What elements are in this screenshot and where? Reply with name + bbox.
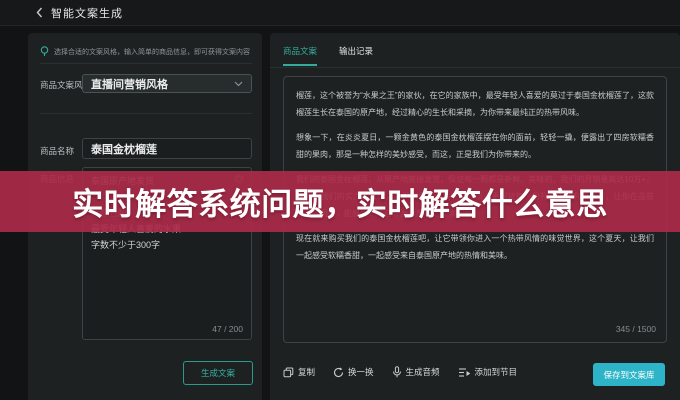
- product-name-input[interactable]: 泰国金枕榴莲: [82, 138, 252, 159]
- divider: [270, 67, 680, 68]
- info-line: 最受年轻人喜爱的水果: [91, 221, 243, 237]
- generate-audio-button[interactable]: 生成音频: [392, 366, 440, 378]
- copy-paragraph: 榴莲，这个被誉为“水果之王”的家伙，在它的家族中，最受年轻人喜爱的莫过于泰国金枕…: [296, 87, 654, 121]
- hint-row: 选择合适的文案风格，输入简单的商品信息，即可获得文案内容: [40, 46, 252, 57]
- tab-bar: 商品文案 输出记录: [283, 45, 373, 65]
- generated-copy-box[interactable]: 榴莲，这个被誉为“水果之王”的家伙，在它的家族中，最受年轻人喜爱的莫过于泰国金枕…: [283, 76, 667, 343]
- generate-button[interactable]: 生成文案: [183, 361, 253, 385]
- copy-paragraph: 现在就来购买我们的泰国金枕榴莲吧，让它带领你进入一个热带风情的味觉世界，这个夏天…: [296, 230, 654, 264]
- char-counter: 345 / 1500: [616, 324, 656, 334]
- copy-toolbar: 复制 换一换 生成音频 添加到节目: [283, 366, 517, 378]
- add-to-program-button[interactable]: 添加到节目: [458, 366, 518, 378]
- char-counter: 47 / 200: [212, 324, 243, 334]
- divider: [40, 63, 252, 64]
- tip-icon: [40, 46, 49, 57]
- style-dropdown[interactable]: 直播间营销风格: [82, 74, 252, 93]
- settings-panel: 选择合适的文案风格，输入简单的商品信息，即可获得文案内容 商品文案风格 直播间营…: [28, 33, 262, 400]
- chevron-down-icon: [234, 81, 243, 87]
- info-line: [91, 189, 243, 205]
- copy-icon: [283, 367, 294, 378]
- info-line: 软糯香甜: [91, 205, 243, 221]
- product-name-value: 泰国金枕榴莲: [91, 141, 157, 157]
- product-info-textarea[interactable]: 泰国原产地发货 软糯香甜 最受年轻人喜爱的水果 字数不少于300字 47 / 2…: [82, 167, 252, 340]
- active-tab-underline: [283, 64, 317, 66]
- style-dropdown-value: 直播间营销风格: [91, 76, 234, 92]
- regenerate-button[interactable]: 换一换: [333, 366, 374, 378]
- copy-button[interactable]: 复制: [283, 366, 315, 378]
- copy-paragraph: 想象一下，在炎炎夏日，一颗金黄色的泰国金枕榴莲摆在你的面前，轻轻一撬，便露出了四…: [296, 129, 654, 163]
- tab-product-copy[interactable]: 商品文案: [283, 45, 317, 65]
- back-button[interactable]: 智能文案生成: [36, 5, 123, 21]
- playlist-add-icon: [458, 367, 471, 378]
- microphone-icon: [392, 366, 402, 378]
- top-navbar: 智能文案生成: [0, 0, 680, 26]
- page-title: 智能文案生成: [51, 5, 123, 21]
- info-line: 泰国原产地发货: [91, 173, 243, 189]
- hint-text: 选择合适的文案风格，输入简单的商品信息，即可获得文案内容: [54, 47, 250, 57]
- info-line: 字数不少于300字: [91, 237, 243, 253]
- info-field-label: 商品信息: [40, 173, 74, 185]
- tab-output-history[interactable]: 输出记录: [339, 45, 373, 65]
- output-panel: 商品文案 输出记录 榴莲，这个被誉为“水果之王”的家伙，在它的家族中，最受年轻人…: [270, 33, 680, 400]
- divider: [40, 113, 252, 114]
- back-chevron-icon: [36, 7, 43, 18]
- save-to-library-button[interactable]: 保存到文案库: [593, 363, 665, 386]
- copy-paragraph: 我们的泰国金枕榴莲，从原产地直接发货，保证每一颗都是新鲜、美味的，我们的月销量高…: [296, 171, 654, 222]
- refresh-icon: [333, 367, 344, 378]
- clear-icon[interactable]: [234, 174, 244, 184]
- name-field-label: 商品名称: [40, 145, 74, 157]
